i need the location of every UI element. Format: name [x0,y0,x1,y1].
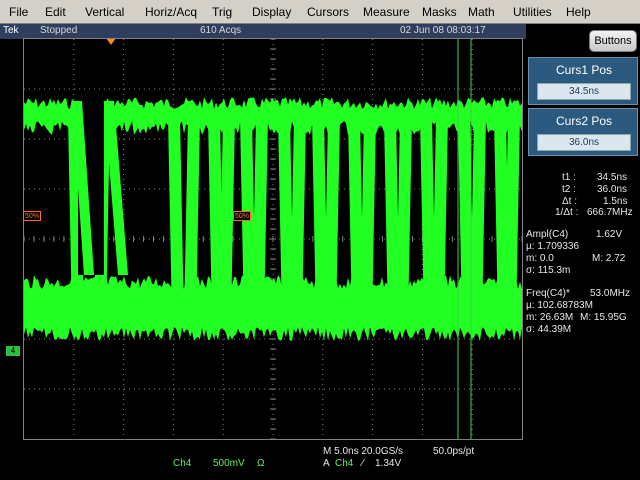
acquisition-count: 610 Acqs [200,25,242,36]
menu-help[interactable]: Help [566,0,591,24]
ampl-sigma: σ: 115.3m [526,265,571,276]
ampl-min: m: 0.0 [526,253,554,264]
menu-vertical[interactable]: Vertical [85,0,124,24]
freq-max: M: 15.95G [580,312,627,323]
inverse-delta-t-value: 666.7MHz [587,207,633,218]
inverse-delta-t-label: 1/Δt : [555,207,579,218]
menu-file[interactable]: File [9,0,28,24]
cursor2-value[interactable]: 36.0ns [537,134,631,151]
ampl-mean: µ: 1.709336 [526,241,580,252]
freq-mean: µ: 102.68783M [526,300,593,311]
menu-masks[interactable]: Masks [422,0,457,24]
date-time: 02 Jun 08 08:03:17 [400,25,486,36]
cursor1-value[interactable]: 34.5ns [537,83,631,100]
acquisition-state: Stopped [40,25,78,36]
channel-ground-marker-icon[interactable]: 4 [6,346,20,356]
t2-label: t2 : [562,184,576,195]
resolution-readout: 50.0ps/pt [433,446,475,457]
cursor1-position-control[interactable]: Curs1 Pos 34.5ns [528,57,638,105]
menu-cursors[interactable]: Cursors [307,0,349,24]
cursor2-position-control[interactable]: Curs2 Pos 36.0ns [528,108,638,156]
waveform-display[interactable] [23,38,523,440]
trigger-level[interactable]: 1.34V [375,458,401,469]
menu-edit[interactable]: Edit [45,0,66,24]
ampl-value: 1.62V [596,229,623,240]
trigger-source[interactable]: Ch4 [335,458,353,469]
freq-title: Freq(C4)* [526,288,570,299]
channel-label[interactable]: Ch4 [173,458,191,469]
cursor2-title: Curs2 Pos [555,114,613,128]
ref-level-marker[interactable]: 50% [23,211,42,221]
freq-sigma: σ: 44.39M [526,324,572,335]
status-bar: Tek Stopped 610 Acqs 02 Jun 08 08:03:17 [0,24,526,39]
delta-t-value: 1.5ns [603,196,628,207]
delta-t-label: Δt : [562,196,578,207]
cursor1-title: Curs1 Pos [555,63,613,77]
menu-display[interactable]: Display [252,0,291,24]
freq-min: m: 26.63M [526,312,574,323]
t1-label: t1 : [562,172,576,183]
buttons-button[interactable]: Buttons [589,30,637,52]
ampl-max: M: 2.72 [592,253,626,264]
menu-measure[interactable]: Measure [363,0,410,24]
trigger-prefix: A [323,458,330,469]
ampl-title: Ampl(C4) [526,229,569,240]
menu-utilities[interactable]: Utilities [513,0,552,24]
freq-value: 53.0MHz [590,288,631,299]
menu-trig[interactable]: Trig [212,0,232,24]
channel-scale[interactable]: 500mV [213,458,245,469]
channel-impedance: Ω [257,458,265,469]
menu-math[interactable]: Math [468,0,495,24]
t2-value: 36.0ns [597,184,628,195]
waveform-canvas [24,39,522,439]
t1-value: 34.5ns [597,172,628,183]
timebase-readout[interactable]: M 5.0ns 20.0GS/s [323,446,403,457]
menu-bar: File Edit Vertical Horiz/Acq Trig Displa… [0,0,640,24]
trigger-slope-icon[interactable]: ⁄ [362,458,364,469]
ref-level-marker[interactable]: 50% [233,211,252,221]
brand-label: Tek [3,25,19,36]
menu-horiz-acq[interactable]: Horiz/Acq [145,0,197,24]
